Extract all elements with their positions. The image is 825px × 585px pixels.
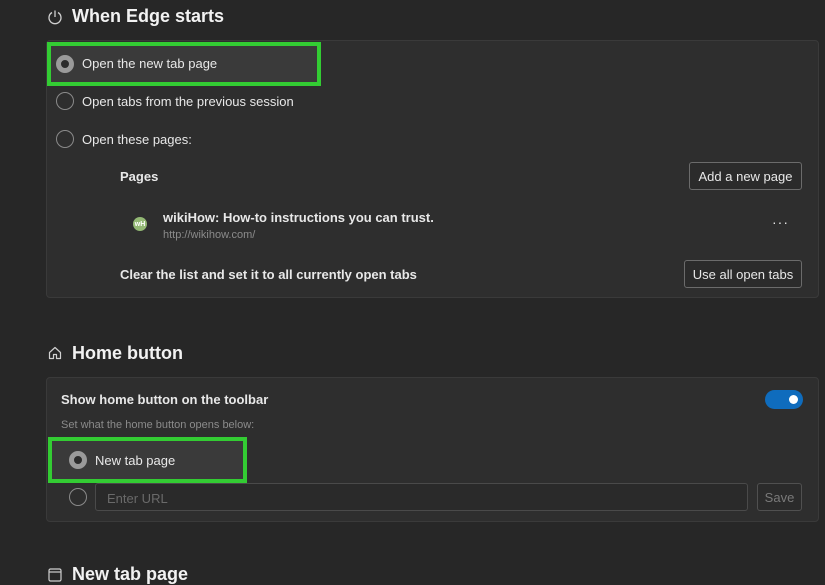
page-entry-title: wikiHow: How-to instructions you can tru… [163, 210, 434, 225]
favicon-text: wH [134, 220, 146, 228]
home-url-input[interactable]: Enter URL [95, 483, 748, 511]
radio-open-new-tab[interactable] [56, 55, 74, 73]
clear-list-text: Clear the list and set it to all current… [120, 267, 417, 282]
show-home-toggle[interactable] [765, 390, 803, 409]
add-page-button[interactable]: Add a new page [689, 162, 802, 190]
toggle-knob [789, 395, 798, 404]
radio-open-these-pages[interactable] [56, 130, 74, 148]
new-tab-page-icon [48, 568, 62, 582]
more-options-button[interactable]: ··· [772, 214, 789, 230]
page-entry-url: http://wikihow.com/ [163, 229, 256, 241]
option-label-new-tab[interactable]: Open the new tab page [82, 56, 217, 71]
radio-home-url[interactable] [69, 488, 87, 506]
option-label-previous-session[interactable]: Open tabs from the previous session [82, 94, 294, 109]
url-placeholder: Enter URL [107, 491, 168, 506]
save-button[interactable]: Save [757, 483, 802, 511]
home-option-new-tab-label[interactable]: New tab page [95, 453, 175, 468]
power-icon [48, 10, 62, 25]
home-hint-text: Set what the home button opens below: [61, 419, 255, 431]
use-open-tabs-button[interactable]: Use all open tabs [684, 260, 802, 288]
radio-previous-session[interactable] [56, 92, 74, 110]
home-section-title: Home button [72, 343, 183, 363]
radio-home-new-tab[interactable] [69, 451, 87, 469]
option-label-these-pages[interactable]: Open these pages: [82, 132, 192, 147]
show-home-label: Show home button on the toolbar [61, 392, 269, 407]
home-icon [48, 346, 62, 360]
startup-section-title: When Edge starts [72, 6, 225, 26]
pages-heading: Pages [120, 169, 159, 184]
wikihow-favicon: wH [133, 217, 147, 231]
